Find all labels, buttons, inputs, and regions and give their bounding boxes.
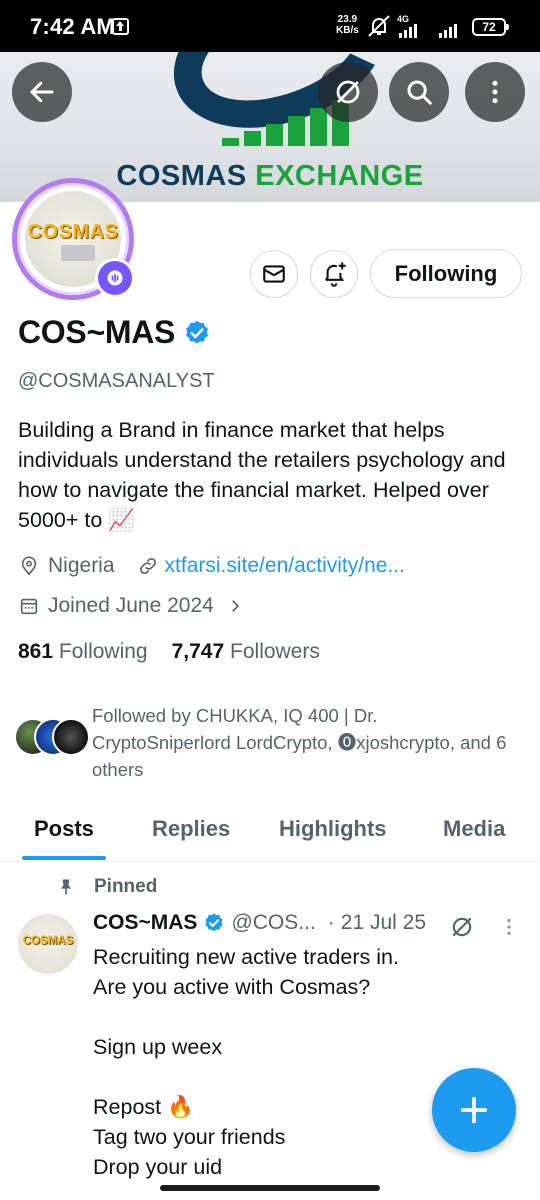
network-speed: 23.9 KB/s [336, 14, 359, 36]
avatar-logo-text: COSMAS [27, 221, 119, 243]
profile-tabs: Posts Replies Highlights Media [0, 808, 540, 862]
location-pin-icon [21, 556, 37, 576]
status-time: 7:42 AM [30, 14, 115, 39]
post-more-icon[interactable] [498, 916, 520, 938]
upload-notification-icon [112, 18, 129, 35]
back-button[interactable] [12, 62, 72, 122]
verified-badge-icon[interactable] [183, 319, 211, 347]
mute-icon [368, 15, 390, 37]
gesture-home-bar[interactable] [160, 1185, 380, 1191]
follow-stats: 861 Following 7,747 Followers [18, 640, 320, 664]
message-button[interactable] [250, 250, 298, 298]
post-date[interactable]: 21 Jul 25 [341, 911, 426, 935]
post-text: Recruiting new active traders in. Are yo… [93, 945, 399, 1179]
avatar-card-graphic [61, 245, 95, 261]
grok-button[interactable] [318, 62, 378, 122]
plus-icon [460, 1096, 488, 1124]
calendar-icon [20, 598, 38, 615]
followers-stat[interactable]: 7,747 Followers [172, 640, 320, 664]
pin-icon [61, 879, 71, 895]
spaces-icon [107, 270, 123, 286]
signal-strength-icon [399, 24, 417, 38]
post-header: COS~MAS @COS... · 21 Jul 25 [93, 911, 426, 935]
verified-badge-icon [205, 913, 224, 932]
network-type: 4G [397, 14, 410, 24]
search-button[interactable] [389, 62, 449, 122]
spaces-live-badge[interactable] [95, 258, 135, 298]
grok-icon [336, 80, 360, 104]
post-author-avatar[interactable]: COSMAS [18, 914, 78, 974]
tab-posts[interactable]: Posts [34, 816, 94, 842]
signal-strength-icon-2 [439, 24, 457, 38]
chevron-right-icon [231, 600, 239, 612]
grok-explain-icon[interactable] [449, 914, 475, 940]
bell-plus-icon [324, 262, 346, 287]
tab-media[interactable]: Media [443, 816, 505, 842]
following-stat[interactable]: 861 Following [18, 640, 148, 664]
post-avatar-logo-text: COSMAS [22, 935, 74, 947]
pinned-label: Pinned [94, 876, 158, 897]
tab-highlights[interactable]: Highlights [279, 816, 387, 842]
notifications-button[interactable] [310, 250, 358, 298]
profile-meta-row: Nigeria xtfarsi.site/en/activity/ne... [18, 554, 405, 578]
search-icon [407, 80, 432, 105]
more-options-button[interactable] [465, 62, 525, 122]
display-name: COS~MAS [18, 314, 176, 350]
post-author-handle[interactable]: @COS... [231, 911, 315, 935]
joined-row[interactable]: Joined June 2024 [18, 594, 244, 618]
tab-replies[interactable]: Replies [152, 816, 230, 842]
arrow-left-icon [30, 81, 54, 103]
battery-icon: 72 [472, 18, 509, 36]
active-tab-indicator [22, 856, 106, 860]
profile-bio: Building a Brand in finance market that … [18, 418, 506, 532]
post-author-name[interactable]: COS~MAS [93, 911, 197, 935]
followed-by-avatars[interactable] [14, 718, 90, 758]
more-vertical-icon [492, 80, 498, 104]
pinned-indicator: Pinned [56, 876, 157, 898]
following-button[interactable]: Following [370, 249, 522, 298]
status-bar: 7:42 AM 23.9 KB/s 4G 72 [0, 0, 540, 52]
follower-avatar [52, 718, 90, 756]
profile-handle: @COSMASANALYST [18, 370, 215, 392]
mail-icon [263, 265, 285, 283]
compose-post-button[interactable] [432, 1068, 516, 1152]
post-separator: · [327, 911, 335, 934]
link-icon [139, 557, 156, 575]
profile-location: Nigeria [48, 554, 115, 577]
profile-name-row: COS~MAS [18, 314, 211, 351]
joined-date: Joined June 2024 [48, 594, 214, 617]
profile-website-link[interactable]: xtfarsi.site/en/activity/ne... [165, 554, 405, 578]
followed-by-text[interactable]: Followed by CHUKKA, IQ 400 | Dr. CryptoS… [92, 702, 512, 783]
